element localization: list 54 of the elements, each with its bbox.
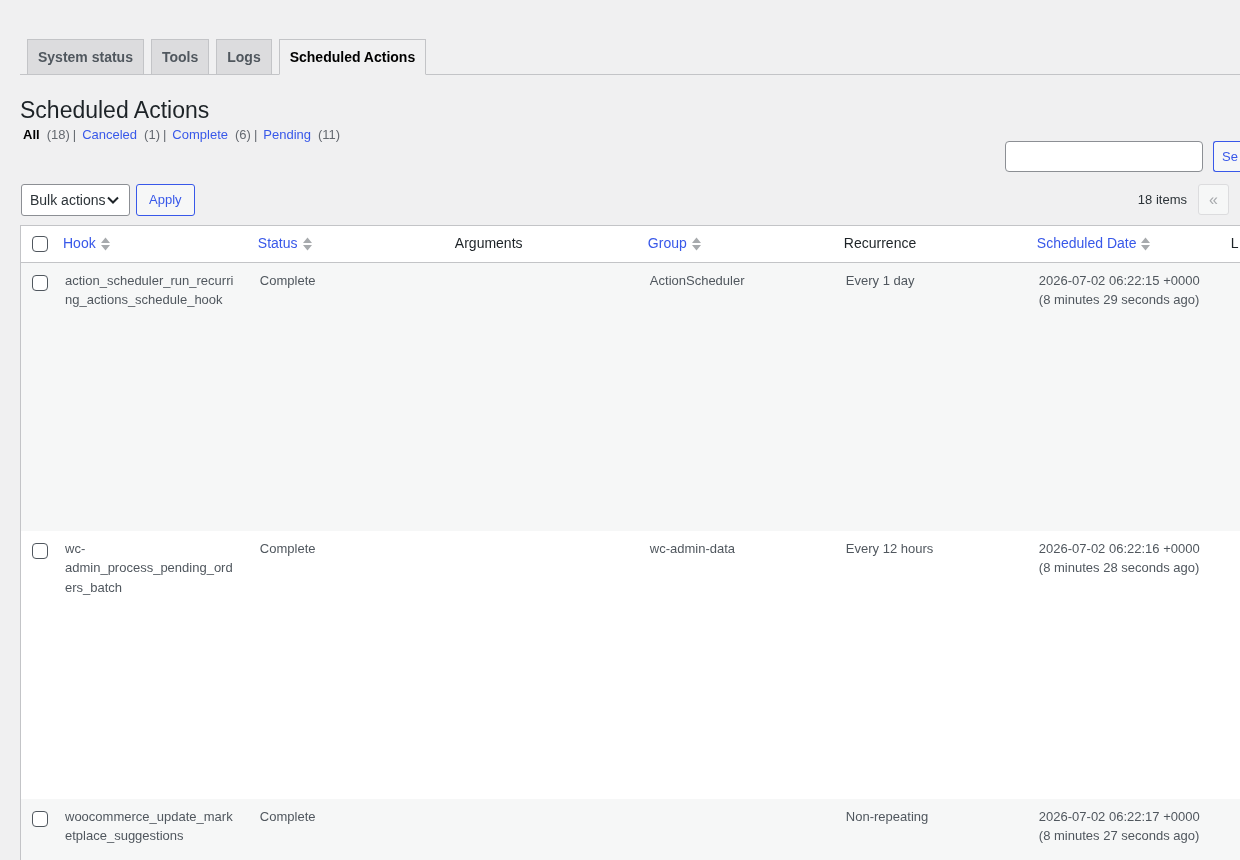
row-checkbox[interactable] bbox=[32, 542, 48, 559]
chevron-down-icon bbox=[107, 195, 119, 204]
hook-name: wc-admin_process_pending_orders_batch bbox=[65, 539, 234, 597]
filter-link[interactable]: Pending bbox=[263, 125, 311, 144]
hook-name: action_scheduler_run_recurring_actions_schedule_hook bbox=[65, 271, 235, 310]
recurrence-text: Non-repeating bbox=[845, 808, 929, 824]
page-title: Scheduled Actions bbox=[20, 96, 211, 125]
filter-link[interactable]: All bbox=[23, 125, 40, 144]
filter-count: (18) bbox=[46, 125, 70, 144]
recurrence-text: Every 12 hours bbox=[845, 540, 934, 556]
relative-time-text: (8 minutes 27 seconds ago) bbox=[1038, 827, 1201, 846]
separator-text: | bbox=[162, 125, 167, 144]
status-text: Complete bbox=[259, 808, 316, 824]
filter-count: (6) bbox=[235, 125, 251, 144]
tab[interactable]: Scheduled Actions bbox=[278, 39, 427, 75]
filter-link[interactable]: Canceled bbox=[82, 125, 138, 144]
sort-icon bbox=[100, 236, 110, 251]
column-header: Recurrence bbox=[843, 233, 917, 253]
status-text: Complete bbox=[259, 272, 316, 288]
filter-count: (11) bbox=[318, 125, 341, 144]
search-button[interactable]: Se bbox=[1213, 140, 1240, 172]
sort-icon bbox=[691, 236, 701, 251]
hook-name: woocommerce_update_marketplace_suggestions bbox=[65, 807, 234, 846]
row-checkbox[interactable] bbox=[32, 810, 48, 827]
column-header-link[interactable]: Status bbox=[257, 233, 312, 254]
status-text: Complete bbox=[259, 540, 316, 556]
group-text: wc-admin-data bbox=[649, 540, 736, 556]
sort-icon bbox=[1141, 236, 1151, 251]
row-checkbox[interactable] bbox=[32, 274, 48, 291]
column-header-link[interactable]: Group bbox=[647, 233, 701, 254]
items-count: 18 items bbox=[1137, 192, 1187, 208]
group-text: ActionScheduler bbox=[649, 272, 745, 288]
tab[interactable]: Logs bbox=[216, 39, 272, 75]
scheduled-date-text: 2026-07-02 06:22:15 +0000 bbox=[1038, 271, 1201, 290]
bulk-actions-dropdown[interactable]: Bulk actions bbox=[21, 183, 130, 216]
separator-text: | bbox=[253, 125, 258, 144]
filter-count: (1) bbox=[144, 125, 160, 144]
search-field[interactable] bbox=[1005, 140, 1203, 172]
scheduled-date-text: 2026-07-02 06:22:17 +0000 bbox=[1038, 807, 1201, 826]
column-header-link[interactable]: Hook bbox=[63, 233, 110, 254]
recurrence-text: Every 1 day bbox=[845, 272, 915, 288]
filter-link[interactable]: Complete bbox=[172, 125, 228, 144]
relative-time-text: (8 minutes 28 seconds ago) bbox=[1038, 559, 1201, 578]
column-header-link[interactable]: Scheduled Date bbox=[1036, 233, 1151, 254]
apply-button[interactable]: Apply bbox=[136, 183, 195, 216]
relative-time-text: (8 minutes 29 seconds ago) bbox=[1038, 291, 1201, 310]
tab[interactable]: System status bbox=[27, 39, 144, 75]
tab[interactable]: Tools bbox=[150, 39, 210, 75]
select-all-checkbox[interactable] bbox=[32, 235, 48, 252]
sort-icon bbox=[302, 236, 312, 251]
separator-text: | bbox=[72, 125, 77, 144]
column-header: L bbox=[1230, 233, 1239, 253]
column-header: Arguments bbox=[454, 233, 523, 253]
scheduled-date-text: 2026-07-02 06:22:16 +0000 bbox=[1038, 539, 1201, 558]
